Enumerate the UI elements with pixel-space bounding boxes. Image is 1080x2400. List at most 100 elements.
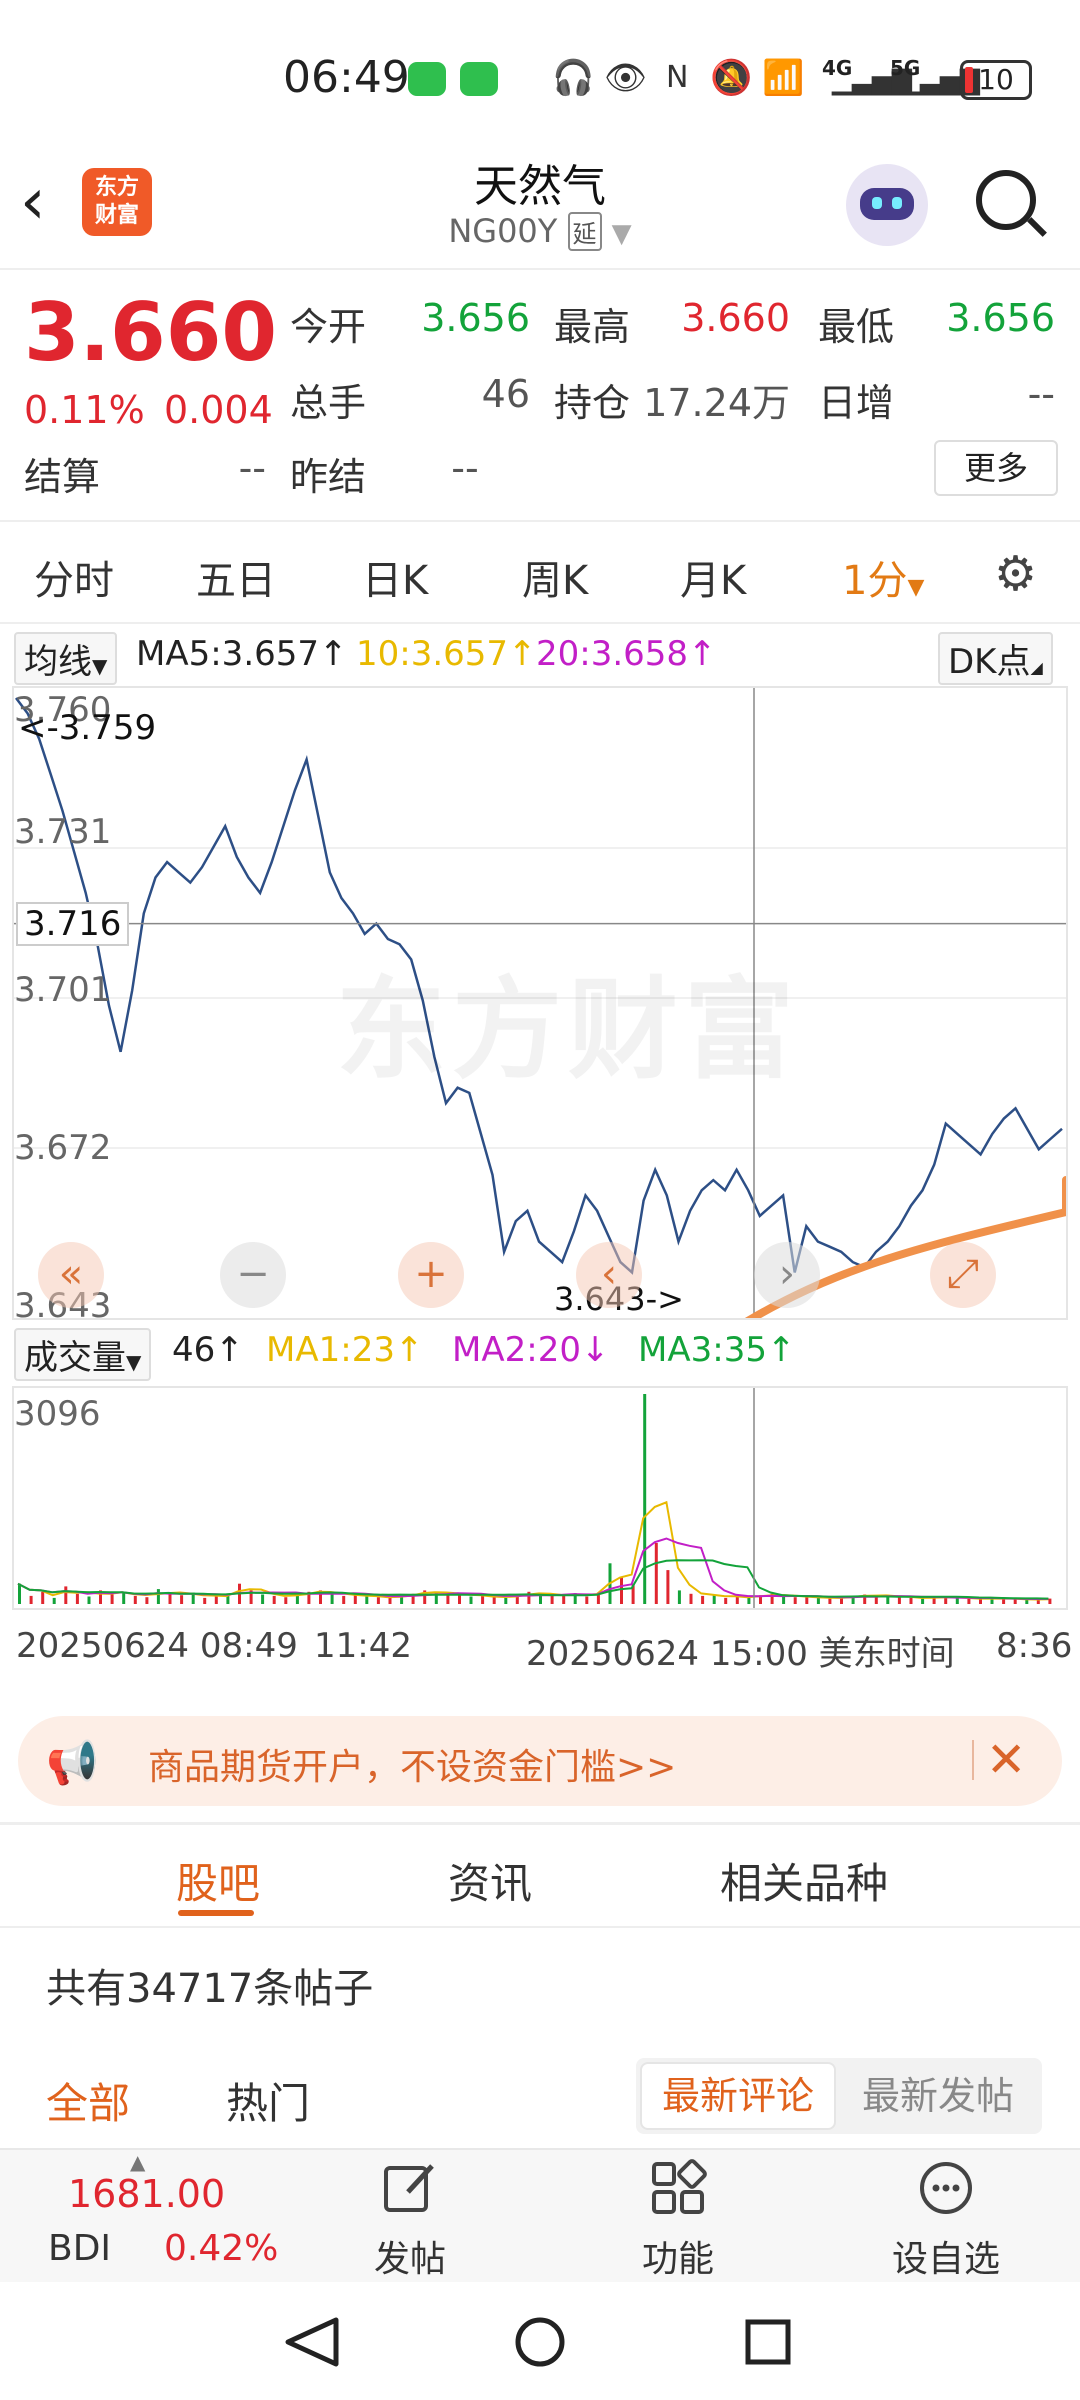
banner-separator — [972, 1740, 974, 1780]
more-button[interactable]: 更多 — [934, 440, 1058, 496]
chevron-down-icon: ▼ — [611, 219, 632, 249]
nav-icons — [285, 2317, 791, 2367]
battery-icon: 10 — [960, 60, 1032, 100]
volume-bar — [365, 1596, 369, 1604]
tab-one-minute-label: 1分 — [842, 558, 908, 604]
sort-latest-comment[interactable]: 最新评论 — [640, 2062, 836, 2130]
nfc-icon: N — [666, 60, 689, 95]
filter-hot[interactable]: 热门 — [226, 2070, 310, 2131]
close-icon[interactable]: ✕ — [986, 1732, 1026, 1788]
volume-bar — [701, 1595, 705, 1604]
volume-bar — [1048, 1598, 1052, 1604]
wechat-icon — [408, 62, 446, 96]
tab-monthly-k[interactable]: 月K — [680, 548, 746, 606]
edit-icon[interactable] — [380, 2158, 440, 2218]
volume-bar — [654, 1543, 658, 1604]
volume-bar — [666, 1570, 670, 1604]
dropdown-arrow-icon: ▼ — [92, 654, 108, 678]
volume-chart[interactable] — [12, 1386, 1068, 1610]
vol-ma3: MA3:35↑ — [638, 1330, 796, 1370]
tab-five-day[interactable]: 五日 — [196, 548, 276, 606]
vol-ma1-value: 23 — [351, 1330, 395, 1370]
crosshair-price-label: 3.716 — [16, 902, 130, 946]
high-price-label: <-3.759 — [18, 708, 157, 748]
volume-bar — [29, 1595, 33, 1604]
status-bar: 06:49 🎧 👁 N 🔕 📶 4G ▁▃▅▇ 5G ▁▃▅▇ 10 — [0, 0, 1080, 150]
dk-point-button[interactable]: DK点◢ — [938, 632, 1053, 685]
scroll-left-icon[interactable]: ‹ — [576, 1242, 642, 1308]
volume-bar — [492, 1597, 496, 1604]
volume-bar — [353, 1594, 357, 1604]
tab-intraday[interactable]: 分时 — [34, 548, 114, 606]
corner-arrow-icon: ◢ — [1030, 658, 1043, 677]
vol-ma2-value: 20 — [537, 1330, 581, 1370]
volume-bar — [620, 1576, 623, 1604]
search-icon[interactable] — [976, 170, 1036, 230]
tab-daily-k[interactable]: 日K — [362, 548, 428, 606]
volume-max-label: 3096 — [14, 1394, 101, 1434]
y-tick: 3.701 — [14, 970, 112, 1010]
volume-bar — [816, 1597, 820, 1604]
scroll-left-fast-icon[interactable]: « — [38, 1242, 104, 1308]
tab-divider — [0, 1926, 1080, 1928]
volume-bar — [330, 1593, 334, 1604]
daily-increase-label: 日增 — [818, 381, 895, 425]
volume-bar — [481, 1595, 485, 1604]
volume-bar — [921, 1598, 925, 1604]
fullscreen-icon[interactable]: ⤢ — [930, 1242, 996, 1308]
tab-news[interactable]: 资讯 — [448, 1850, 532, 1911]
volume-label: 总手 — [290, 381, 367, 425]
volume-bar — [1025, 1599, 1029, 1604]
volume-bar — [677, 1590, 681, 1604]
volume-bar — [18, 1583, 21, 1604]
volume-bar — [342, 1595, 346, 1604]
gear-icon[interactable]: ⚙ — [994, 546, 1037, 602]
volume-current: 46↑ — [172, 1330, 244, 1370]
volume-selector-label: 成交量 — [24, 1338, 126, 1378]
vol-ma3-name: MA3 — [638, 1330, 713, 1370]
zoom-in-button[interactable]: + — [398, 1242, 464, 1308]
x-label-start: 20250624 08:49 — [16, 1626, 298, 1666]
headphones-icon: 🎧 — [552, 58, 595, 98]
low-label: 最低 — [818, 305, 895, 349]
more-dots-icon[interactable] — [916, 2158, 976, 2218]
tab-one-minute[interactable]: 1分▼ — [842, 548, 924, 606]
post-button[interactable]: 发帖 — [340, 2230, 480, 2282]
tab-related[interactable]: 相关品种 — [720, 1850, 888, 1911]
sort-latest-post[interactable]: 最新发帖 — [840, 2062, 1036, 2130]
volume-bar — [110, 1594, 114, 1604]
filter-all[interactable]: 全部 — [46, 2070, 130, 2131]
high-label: 最高 — [554, 305, 631, 349]
function-grid-icon[interactable] — [648, 2158, 708, 2218]
eye-icon: 👁 — [604, 58, 648, 98]
volume-ma-line — [17, 1559, 1049, 1600]
vol-ma3-value: 35 — [723, 1330, 767, 1370]
open-interest-value: 17.24万 — [643, 381, 790, 425]
bdi-value[interactable]: 1681.00 — [68, 2172, 225, 2216]
volume-bar — [469, 1596, 473, 1604]
x-label-end: 8:36 — [996, 1626, 1073, 1666]
scroll-right-icon[interactable]: › — [754, 1242, 820, 1308]
volume-bar — [897, 1597, 901, 1604]
add-watchlist-button[interactable]: 设自选 — [876, 2230, 1016, 2282]
volume-bar — [955, 1597, 959, 1604]
volume-bar — [145, 1597, 149, 1604]
zoom-out-button[interactable]: − — [220, 1242, 286, 1308]
function-button[interactable]: 功能 — [608, 2230, 748, 2282]
volume-bar — [133, 1595, 137, 1604]
tab-weekly-k[interactable]: 周K — [522, 548, 588, 606]
ai-assistant-icon[interactable] — [846, 164, 928, 246]
y-tick: 3.731 — [14, 812, 112, 852]
ma-selector[interactable]: 均线▼ — [14, 632, 118, 685]
tab-guba[interactable]: 股吧 — [176, 1850, 260, 1911]
volume-bar — [64, 1586, 68, 1604]
volume-bar — [967, 1598, 971, 1604]
volume-selector[interactable]: 成交量▼ — [14, 1328, 152, 1381]
volume-bar — [261, 1594, 265, 1604]
header-divider — [0, 268, 1080, 270]
settle-label: 结算 — [24, 455, 101, 499]
promo-text[interactable]: 商品期货开户，不设资金门槛>> — [148, 1738, 676, 1790]
vol-ma1-name: MA1 — [266, 1330, 341, 1370]
prev-settle-label: 昨结 — [290, 455, 367, 499]
vol-ma2: MA2:20↓ — [452, 1330, 610, 1370]
